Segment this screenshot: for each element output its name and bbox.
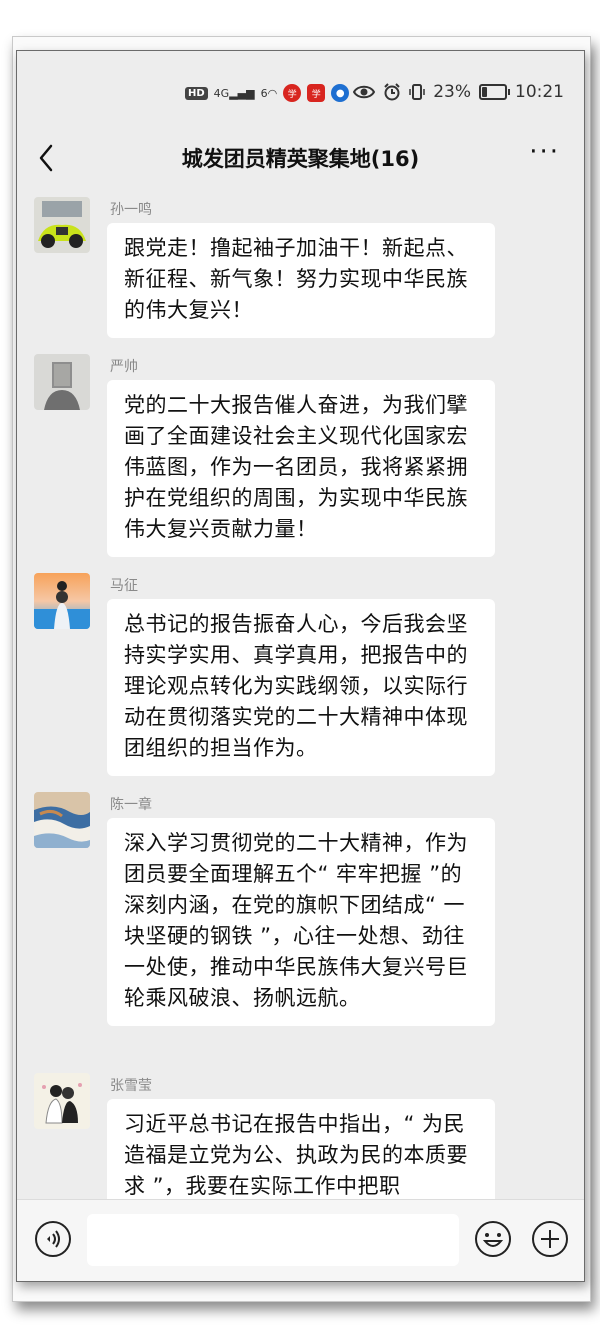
message-bubble[interactable]: 习近平总书记在报告中指出，“ 为民造福是立党为公、执政为民的本质要求 ”，我要在… — [107, 1099, 495, 1199]
message-bubble[interactable]: 深入学习贯彻党的二十大精神，作为团员要全面理解五个“ 牢牢把握 ”的深刻内涵，在… — [107, 818, 495, 1026]
sender-name: 严帅 — [110, 359, 138, 375]
alarm-icon — [384, 83, 400, 101]
wifi-generation: 6 — [260, 86, 268, 100]
avatar[interactable] — [34, 792, 90, 848]
network-type: 4G — [213, 86, 230, 100]
sender-name: 孙一鸣 — [110, 202, 152, 218]
message-bubble[interactable]: 总书记的报告振奋人心，今后我会坚持实学实用、真学真用，把报告中的理论观点转化为实… — [107, 599, 495, 776]
hd-icon: HD — [185, 86, 208, 100]
battery-percent: 23% — [433, 82, 471, 102]
emoji-icon[interactable] — [474, 1220, 512, 1258]
clock: 10:21 — [515, 82, 564, 102]
sender-name: 马征 — [110, 578, 138, 594]
vibrate-icon — [409, 84, 425, 100]
sender-name: 张雪莹 — [110, 1078, 152, 1094]
xuexi-icon: 学 — [283, 84, 302, 102]
message-bubble[interactable]: 跟党走！撸起袖子加油干！新起点、新征程、新气象！努力实现中华民族的伟大复兴！ — [107, 223, 495, 338]
avatar[interactable] — [34, 197, 90, 253]
message-bubble[interactable]: 党的二十大报告催人奋进，为我们擘画了全面建设社会主义现代化国家宏伟蓝图，作为一名… — [107, 380, 495, 557]
avatar[interactable] — [34, 354, 90, 410]
chat-header: 城发团员精英聚集地(16) ··· — [17, 131, 584, 183]
message-input[interactable] — [87, 1214, 459, 1266]
battery-icon — [479, 84, 510, 100]
plus-icon[interactable] — [531, 1220, 569, 1258]
sender-name: 陈一章 — [110, 797, 152, 813]
status-right-icons: 23% 10:21 — [353, 82, 564, 102]
chat-title: 城发团员精英聚集地(16) — [181, 147, 420, 171]
battery-fill — [482, 87, 487, 97]
input-bar — [17, 1199, 584, 1281]
xuexi-square-icon: 学 — [307, 84, 326, 102]
avatar[interactable] — [34, 573, 90, 629]
signal-icon: 4G▂▄▆ — [213, 86, 255, 100]
eye-icon — [353, 85, 376, 99]
avatar[interactable] — [34, 1073, 90, 1129]
message-list[interactable]: 孙一鸣 跟党走！撸起袖子加油干！新起点、新征程、新气象！努力实现中华民族的伟大复… — [17, 183, 584, 1199]
status-left-icons: HD 4G▂▄▆ 6◠ 学 学 ● — [185, 84, 350, 102]
voice-icon[interactable] — [34, 1220, 72, 1258]
wifi-icon: 6◠ — [260, 86, 278, 100]
more-button[interactable]: ··· — [529, 137, 560, 167]
phone-screen: HD 4G▂▄▆ 6◠ 学 学 ● 23% 10:21 城发团员精英聚集地(16… — [16, 50, 585, 1282]
status-bar: HD 4G▂▄▆ 6◠ 学 学 ● 23% 10:21 — [17, 51, 584, 131]
app-blue-icon: ● — [331, 84, 350, 102]
